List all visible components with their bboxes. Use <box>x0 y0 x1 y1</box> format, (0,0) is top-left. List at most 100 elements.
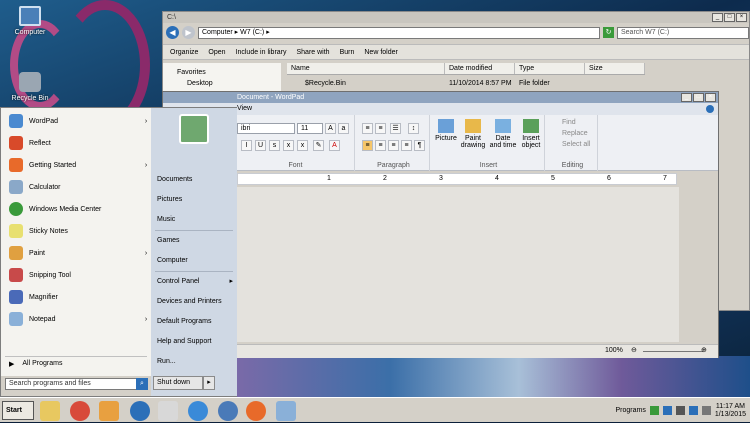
shrink-font-button[interactable]: a <box>338 123 349 134</box>
minimize-button[interactable]: _ <box>681 93 692 102</box>
search-icon[interactable]: ⌕ <box>136 378 148 390</box>
find-button[interactable]: Find <box>548 115 597 126</box>
media-player-taskbar-icon[interactable] <box>99 401 119 421</box>
start-search-input[interactable]: Search programs and files <box>5 378 148 390</box>
program-calculator[interactable]: Calculator <box>1 176 151 198</box>
paragraph-button[interactable]: ¶ <box>414 140 425 151</box>
apps-grid-taskbar-icon[interactable] <box>158 401 178 421</box>
volume-icon[interactable] <box>702 406 711 415</box>
font-size-field[interactable]: 11 <box>297 123 323 134</box>
internet-explorer-taskbar-icon[interactable] <box>188 401 208 421</box>
place-default-programs[interactable]: Default Programs <box>151 312 237 332</box>
forward-button[interactable]: ▶ <box>182 26 195 39</box>
align-center-button[interactable]: ≡ <box>375 140 386 151</box>
tray-icon[interactable] <box>663 406 672 415</box>
zoom-slider[interactable] <box>643 351 703 352</box>
breadcrumb-drive[interactable]: W7 (C:) <box>240 29 264 36</box>
align-right-button[interactable]: ≡ <box>388 140 399 151</box>
shutdown-options-button[interactable]: ▸ <box>203 376 215 390</box>
nav-favorites[interactable]: Favorites <box>163 63 281 76</box>
clock[interactable]: 11:17 AM 1/13/2015 <box>715 403 746 419</box>
burn-button[interactable]: Burn <box>340 49 355 56</box>
close-button[interactable]: × <box>736 13 747 22</box>
program-notepad[interactable]: Notepad› <box>1 308 151 330</box>
select-all-button[interactable]: Select all <box>548 137 597 148</box>
program-reflect[interactable]: Reflect <box>1 132 151 154</box>
ruler[interactable]: 1 2 3 4 5 6 7 <box>237 173 677 185</box>
breadcrumb-computer[interactable]: Computer <box>202 29 233 36</box>
column-name[interactable]: Name <box>287 63 445 74</box>
strikethrough-button[interactable]: s <box>269 140 280 151</box>
program-getting-started[interactable]: Getting Started› <box>1 154 151 176</box>
back-button[interactable]: ◀ <box>166 26 179 39</box>
all-programs-button[interactable]: ▶ All Programs <box>9 360 62 368</box>
increase-indent-button[interactable]: ≡ <box>375 123 386 134</box>
paint-drawing-button[interactable]: Paint drawing <box>459 119 487 149</box>
start-button[interactable]: Start <box>2 401 34 420</box>
highlight-button[interactable]: ✎ <box>313 140 324 151</box>
insert-picture-button[interactable]: Picture <box>435 119 457 142</box>
firefox-taskbar-icon[interactable] <box>246 401 266 421</box>
document-page[interactable] <box>237 187 679 342</box>
font-name-field[interactable]: ibri <box>237 123 295 134</box>
insert-object-button[interactable]: Insert object <box>519 119 543 149</box>
user-avatar[interactable] <box>179 114 209 144</box>
tab-view[interactable]: View <box>237 103 252 115</box>
place-run[interactable]: Run... <box>151 352 237 372</box>
chrome-taskbar-icon[interactable] <box>70 401 90 421</box>
nav-desktop[interactable]: Desktop <box>163 76 281 87</box>
replace-button[interactable]: Replace <box>548 126 597 137</box>
line-spacing-button[interactable]: ↕ <box>408 123 419 134</box>
superscript-button[interactable]: x <box>297 140 308 151</box>
decrease-indent-button[interactable]: ≡ <box>362 123 373 134</box>
help-icon[interactable] <box>706 105 714 113</box>
program-media-center[interactable]: Windows Media Center <box>1 198 151 220</box>
program-magnifier[interactable]: Magnifier <box>1 286 151 308</box>
column-type[interactable]: Type <box>515 63 585 74</box>
place-devices-printers[interactable]: Devices and Printers <box>151 292 237 312</box>
network-icon[interactable] <box>676 406 685 415</box>
new-folder-button[interactable]: New folder <box>364 49 397 56</box>
open-button[interactable]: Open <box>208 49 225 56</box>
date-time-button[interactable]: Date and time <box>489 119 517 149</box>
refresh-button[interactable]: ↻ <box>603 27 614 38</box>
address-field[interactable]: Computer ▸ W7 (C:) ▸ <box>198 27 600 39</box>
place-music[interactable]: Music <box>151 210 237 230</box>
app-taskbar-icon[interactable] <box>130 401 150 421</box>
program-paint[interactable]: Paint› <box>1 242 151 264</box>
column-date[interactable]: Date modified <box>445 63 515 74</box>
list-button[interactable]: ☰ <box>390 123 401 134</box>
share-button[interactable]: Share with <box>297 49 330 56</box>
grow-font-button[interactable]: A <box>325 123 336 134</box>
place-pictures[interactable]: Pictures <box>151 190 237 210</box>
zoom-out-button[interactable]: ⊖ <box>631 346 637 354</box>
shutdown-button[interactable]: Shut down <box>153 376 203 390</box>
program-wordpad[interactable]: WordPad› <box>1 110 151 132</box>
desktop-icon-recycle-bin[interactable]: Recycle Bin <box>0 72 60 102</box>
tray-icon[interactable] <box>650 406 659 415</box>
font-color-button[interactable]: A <box>329 140 340 151</box>
file-row[interactable]: $Recycle.Bin 11/10/2014 8:57 PM File fol… <box>287 78 585 89</box>
minimize-button[interactable]: _ <box>712 13 723 22</box>
place-help-support[interactable]: Help and Support <box>151 332 237 352</box>
bold-button[interactable]: I <box>241 140 252 151</box>
explorer-taskbar-icon[interactable] <box>40 401 60 421</box>
underline-button[interactable]: U <box>255 140 266 151</box>
column-size[interactable]: Size <box>585 63 645 74</box>
search-input[interactable]: Search W7 (C:) <box>617 27 749 39</box>
place-computer[interactable]: Computer <box>151 251 237 271</box>
place-games[interactable]: Games <box>151 231 237 251</box>
justify-button[interactable]: ≡ <box>401 140 412 151</box>
wordpad-taskbar-icon[interactable] <box>276 401 296 421</box>
maximize-button[interactable]: □ <box>724 13 735 22</box>
thunderbird-taskbar-icon[interactable] <box>218 401 238 421</box>
programs-toolbar[interactable]: Programs <box>616 407 646 414</box>
close-button[interactable]: × <box>705 93 716 102</box>
bluetooth-icon[interactable] <box>689 406 698 415</box>
place-control-panel[interactable]: Control Panel▸ <box>151 272 237 292</box>
maximize-button[interactable]: □ <box>693 93 704 102</box>
include-library-button[interactable]: Include in library <box>236 49 287 56</box>
desktop-icon-computer[interactable]: Computer <box>0 6 60 36</box>
place-documents[interactable]: Documents <box>151 170 237 190</box>
align-left-button[interactable]: ≡ <box>362 140 373 151</box>
